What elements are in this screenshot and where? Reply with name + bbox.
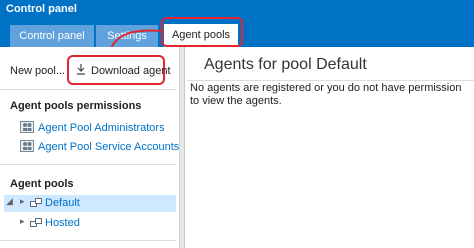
expand-arrow-icon[interactable]: ▸ xyxy=(20,216,25,227)
permissions-header: Agent pools permissions xyxy=(10,100,142,112)
permission-item-administrators[interactable]: Agent Pool Administrators xyxy=(20,121,165,134)
page-title: Agents for pool Default xyxy=(204,56,367,73)
pool-item-hosted[interactable]: ▸ Hosted xyxy=(4,215,176,232)
divider xyxy=(0,164,176,165)
pools-header: Agent pools xyxy=(10,178,74,190)
pool-label: Default xyxy=(45,197,80,209)
tab-label: Control panel xyxy=(19,30,85,42)
collapse-arrow-icon[interactable]: ◢ xyxy=(6,196,13,207)
pool-item-default[interactable]: ◢ ▸ Default xyxy=(4,195,176,212)
empty-message: No agents are registered or you do not h… xyxy=(190,82,462,107)
tab-control-panel[interactable]: Control panel xyxy=(10,25,94,47)
divider xyxy=(0,89,176,90)
new-pool-button[interactable]: New pool... xyxy=(10,65,65,77)
pool-label: Hosted xyxy=(45,217,80,229)
pool-icon xyxy=(30,218,42,227)
new-pool-label: New pool... xyxy=(10,65,66,77)
tab-highlight-box xyxy=(161,17,243,47)
permission-label: Agent Pool Administrators xyxy=(38,122,165,134)
download-icon xyxy=(76,64,86,78)
divider xyxy=(0,240,176,241)
group-icon xyxy=(20,121,34,133)
download-agent-label: Download agent xyxy=(91,65,171,77)
pool-icon xyxy=(30,198,42,207)
permission-label: Agent Pool Service Accounts xyxy=(38,141,180,153)
window-title: Control panel xyxy=(6,3,77,15)
permission-item-service-accounts[interactable]: Agent Pool Service Accounts xyxy=(20,140,179,153)
group-icon xyxy=(20,140,34,152)
expand-arrow-icon[interactable]: ▸ xyxy=(20,196,25,207)
pane-splitter[interactable] xyxy=(180,47,185,248)
divider xyxy=(187,80,474,81)
